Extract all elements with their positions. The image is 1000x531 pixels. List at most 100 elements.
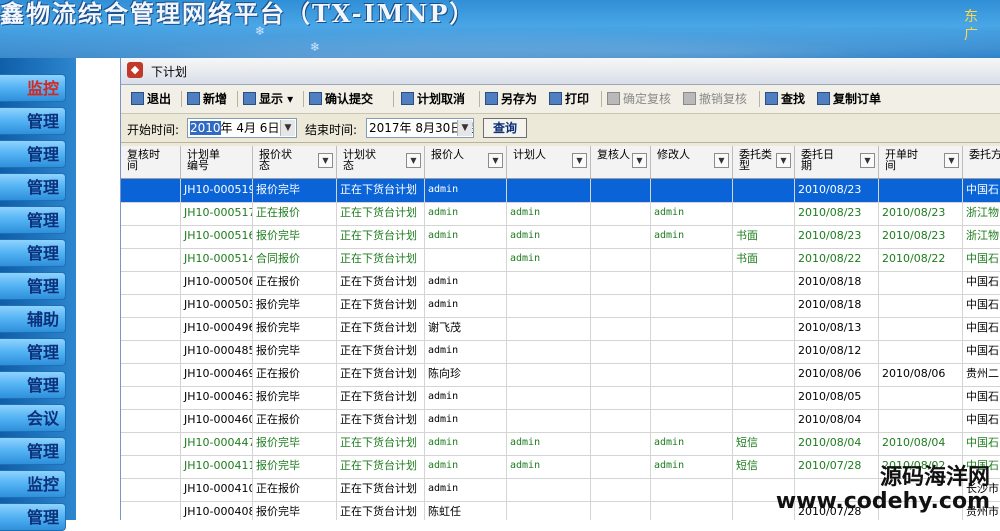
table-cell <box>507 317 591 340</box>
table-cell <box>121 202 181 225</box>
column-header[interactable]: 计划人 ▼ <box>507 146 591 178</box>
table-cell <box>733 202 795 225</box>
table-cell <box>591 248 651 271</box>
table-cell: admin <box>425 271 507 294</box>
column-header[interactable]: 报价人 ▼ <box>425 146 507 178</box>
watermark-line2: www.codehy.com <box>775 489 990 514</box>
table-cell: 中国石 <box>963 271 1000 294</box>
table-cell: 正在下货台计划 <box>337 225 425 248</box>
column-header[interactable]: 计划状态 ▼ <box>337 146 425 178</box>
column-header[interactable]: 计划单编号 <box>181 146 253 178</box>
table-row[interactable]: JH10-000506 正在报价 正在下货台计划 admin 2010/08/18 中国石 <box>121 271 1000 295</box>
sidebar-item[interactable]: 辅助 <box>0 305 66 333</box>
table-row[interactable]: JH10-000517 正在报价 正在下货台计划 admin admin admin 201… <box>121 202 1000 226</box>
table-row[interactable]: JH10-000469 正在报价 正在下货台计划 陈向珍 2010/08/06 2010/… <box>121 363 1000 387</box>
table-cell: 2010/08/04 <box>879 432 963 455</box>
table-cell <box>591 225 651 248</box>
sidebar-item[interactable]: 管理 <box>0 503 66 531</box>
table-cell: admin <box>651 432 733 455</box>
table-row[interactable]: JH10-000503 报价完毕 正在下货台计划 admin 2010/08/18 中国石 <box>121 294 1000 318</box>
table-row[interactable]: JH10-000485 报价完毕 正在下货台计划 admin 2010/08/12 中国石 <box>121 340 1000 364</box>
column-header[interactable]: 修改人 ▼ <box>651 146 733 178</box>
table-cell: 2010/08/18 <box>795 271 879 294</box>
chevron-down-icon[interactable]: ▼ <box>280 120 295 136</box>
column-header[interactable]: 开单时间 ▼ <box>879 146 963 178</box>
watermark-line1: 源码海洋网 <box>879 465 990 490</box>
table-cell: 2010/08/22 <box>795 248 879 271</box>
table-cell: 2010/08/04 <box>795 432 879 455</box>
table-row[interactable]: JH10-000447 报价完毕 正在下货台计划 admin admin admin 短信 2… <box>121 432 1000 456</box>
column-header-label: 修改人 <box>657 148 690 161</box>
toolbar-button[interactable]: 复制订单 <box>817 90 881 108</box>
column-header[interactable]: 复核时间 <box>121 146 181 178</box>
toolbar-button[interactable]: 撤销复核 <box>683 90 747 108</box>
sidebar-item[interactable]: 管理 <box>0 107 66 135</box>
column-header[interactable]: 报价状态 ▼ <box>253 146 337 178</box>
toolbar-button[interactable]: 打印 <box>549 90 589 108</box>
sidebar-item[interactable]: 管理 <box>0 338 66 366</box>
table-cell: 中国石 <box>963 179 1000 202</box>
sidebar-item[interactable]: 管理 <box>0 206 66 234</box>
table-cell: 谢飞茂 <box>425 317 507 340</box>
toolbar-button[interactable]: 确认提交 <box>309 90 373 108</box>
table-cell: admin <box>651 225 733 248</box>
toolbar-separator <box>393 91 394 107</box>
table-cell: 中国石 <box>963 294 1000 317</box>
sidebar-item[interactable]: 管理 <box>0 173 66 201</box>
toolbar-separator <box>181 91 182 107</box>
sidebar-item[interactable]: 会议 <box>0 404 66 432</box>
toolbar-button[interactable]: 查找 <box>765 90 805 108</box>
column-header[interactable]: 委托类型 ▼ <box>733 146 795 178</box>
table-cell <box>591 294 651 317</box>
table-cell: 正在下货台计划 <box>337 478 425 501</box>
find-icon <box>765 92 778 105</box>
toolbar-button[interactable]: 确定复核 <box>607 90 671 108</box>
filter-dropdown-icon[interactable]: ▼ <box>776 153 791 168</box>
column-header[interactable]: 委托日期 ▼ <box>795 146 879 178</box>
column-header[interactable]: 委托方 <box>963 146 1000 178</box>
sidebar-item[interactable]: 管理 <box>0 371 66 399</box>
table-cell: 报价完毕 <box>253 179 337 202</box>
sidebar-item[interactable]: 监控 <box>0 470 66 498</box>
sidebar-item[interactable]: 管理 <box>0 272 66 300</box>
table-cell: 2010/08/18 <box>795 294 879 317</box>
sidebar-item[interactable]: 监控 <box>0 74 66 102</box>
table-row[interactable]: JH10-000516 报价完毕 正在下货台计划 admin admin admin 书面 2… <box>121 225 1000 249</box>
app-icon: ◆ <box>127 62 143 78</box>
table-cell <box>591 340 651 363</box>
table-cell: JH10-000516 <box>181 225 253 248</box>
table-row[interactable]: JH10-000496 报价完毕 正在下货台计划 谢飞茂 2010/08/13 中国石 <box>121 317 1000 341</box>
table-row[interactable]: JH10-000460 正在报价 正在下货台计划 admin 2010/08/04 中国石 <box>121 409 1000 433</box>
filter-dropdown-icon[interactable]: ▼ <box>860 153 875 168</box>
filter-dropdown-icon[interactable]: ▼ <box>406 153 421 168</box>
toolbar-button[interactable]: 另存为 <box>485 90 537 108</box>
table-cell <box>733 294 795 317</box>
toolbar-button[interactable]: 新增 <box>187 90 227 108</box>
filter-dropdown-icon[interactable]: ▼ <box>714 153 729 168</box>
chevron-down-icon[interactable]: ▼ <box>457 120 472 136</box>
table-cell <box>591 271 651 294</box>
sidebar-item[interactable]: 管理 <box>0 437 66 465</box>
table-row[interactable]: JH10-000514 合同报价 正在下货台计划 admin 书面 2010/08/22 2… <box>121 248 1000 272</box>
sidebar-item[interactable]: 管理 <box>0 140 66 168</box>
table-row[interactable]: JH10-000463 报价完毕 正在下货台计划 admin 2010/08/05 中国石 <box>121 386 1000 410</box>
table-cell <box>651 340 733 363</box>
filter-dropdown-icon[interactable]: ▼ <box>632 153 647 168</box>
query-button[interactable]: 查询 <box>483 118 527 138</box>
start-date-picker[interactable]: 2010年 4月 6日星 ▼ <box>187 118 297 138</box>
table-row[interactable]: JH10-000519 报价完毕 正在下货台计划 admin 2010/08/23 中国石 <box>121 179 1000 203</box>
filter-dropdown-icon[interactable]: ▼ <box>488 153 503 168</box>
toolbar-button[interactable]: 计划取消 <box>401 90 465 108</box>
toolbar-button[interactable]: 显示 ▾ <box>243 90 293 108</box>
add-icon <box>187 92 200 105</box>
toolbar-button[interactable]: 退出 <box>131 90 171 108</box>
table-cell <box>879 179 963 202</box>
column-header[interactable]: 复核人 ▼ <box>591 146 651 178</box>
table-cell <box>591 179 651 202</box>
sidebar-item[interactable]: 管理 <box>0 239 66 267</box>
filter-dropdown-icon[interactable]: ▼ <box>572 153 587 168</box>
table-cell: 2010/08/04 <box>795 409 879 432</box>
filter-dropdown-icon[interactable]: ▼ <box>318 153 333 168</box>
end-date-picker[interactable]: 2017年 8月30日星 ▼ <box>366 118 474 138</box>
filter-dropdown-icon[interactable]: ▼ <box>944 153 959 168</box>
